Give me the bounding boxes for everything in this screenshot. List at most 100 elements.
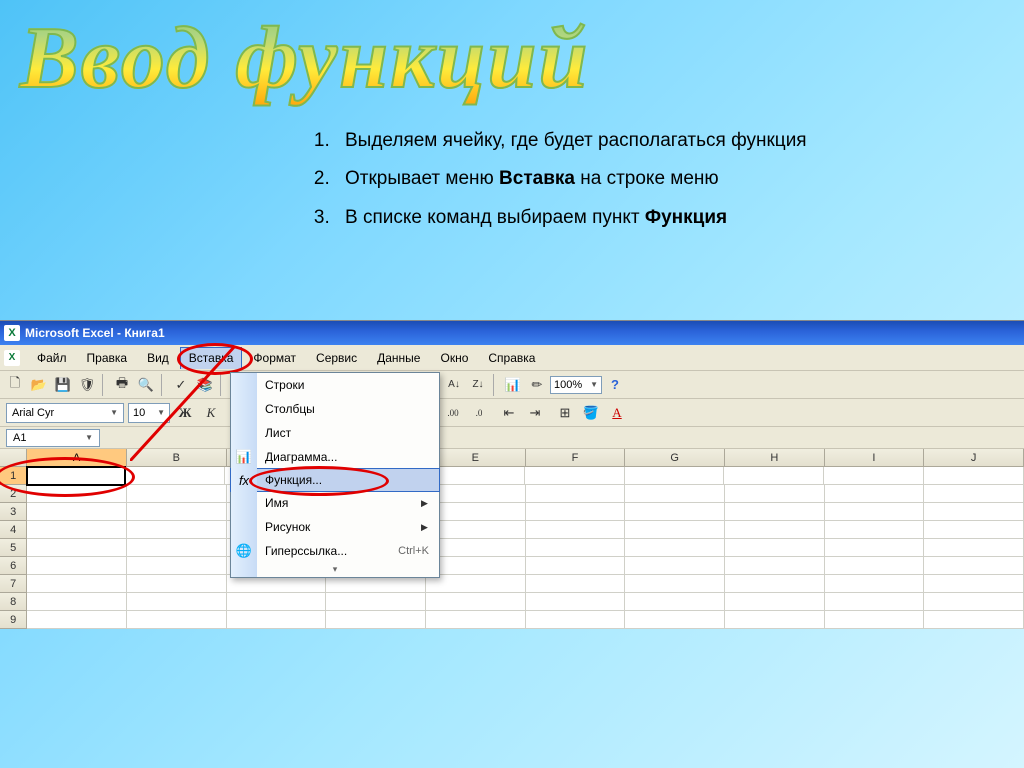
cell[interactable]: [127, 557, 227, 575]
cell[interactable]: [924, 593, 1024, 611]
cell[interactable]: [924, 485, 1024, 503]
menu-item-name[interactable]: Имя ▶: [231, 491, 439, 515]
name-box[interactable]: A1▼: [6, 429, 100, 447]
menu-item-picture[interactable]: Рисунок ▶: [231, 515, 439, 539]
cell[interactable]: [526, 593, 626, 611]
cell[interactable]: [526, 485, 626, 503]
decrease-indent-icon[interactable]: ⇤: [498, 402, 520, 424]
row-header[interactable]: 4: [0, 521, 27, 539]
italic-icon[interactable]: К: [200, 402, 222, 424]
print-icon[interactable]: 🖶: [111, 374, 133, 396]
help-icon[interactable]: ?: [604, 374, 626, 396]
cell[interactable]: [127, 503, 227, 521]
research-icon[interactable]: 📚: [194, 374, 216, 396]
cell[interactable]: [426, 593, 526, 611]
cell[interactable]: [825, 593, 925, 611]
col-header[interactable]: E: [426, 449, 526, 466]
fill-color-icon[interactable]: 🪣: [580, 402, 602, 424]
row-header[interactable]: 9: [0, 611, 27, 629]
open-icon[interactable]: 📂: [28, 374, 50, 396]
cell[interactable]: [625, 611, 725, 629]
cell[interactable]: [625, 521, 725, 539]
cell[interactable]: [924, 539, 1024, 557]
menu-view[interactable]: Вид: [138, 347, 178, 369]
cell[interactable]: [825, 539, 925, 557]
cell[interactable]: [227, 593, 327, 611]
cell[interactable]: [127, 611, 227, 629]
cell[interactable]: [924, 521, 1024, 539]
cell[interactable]: [26, 466, 126, 486]
spelling-icon[interactable]: ✓: [170, 374, 192, 396]
cell[interactable]: [625, 557, 725, 575]
cell[interactable]: [27, 593, 127, 611]
menu-data[interactable]: Данные: [368, 347, 429, 369]
cell[interactable]: [27, 503, 127, 521]
preview-icon[interactable]: 🔍: [135, 374, 157, 396]
cell[interactable]: [426, 539, 526, 557]
sort-desc-icon[interactable]: Z↓: [467, 374, 489, 396]
cell[interactable]: [725, 503, 825, 521]
increase-decimal-icon[interactable]: .00: [442, 402, 464, 424]
cell[interactable]: [127, 539, 227, 557]
cell[interactable]: [526, 575, 626, 593]
cell[interactable]: [426, 503, 526, 521]
menu-window[interactable]: Окно: [431, 347, 477, 369]
cell[interactable]: [825, 557, 925, 575]
cell[interactable]: [27, 611, 127, 629]
font-size-select[interactable]: 10▼: [128, 403, 170, 423]
menu-item-rows[interactable]: Строки: [231, 373, 439, 397]
cell[interactable]: [426, 611, 526, 629]
font-color-icon[interactable]: A: [606, 402, 628, 424]
cell[interactable]: [125, 467, 225, 485]
select-all-corner[interactable]: [0, 449, 27, 466]
col-header[interactable]: G: [625, 449, 725, 466]
chart-icon[interactable]: 📊: [502, 374, 524, 396]
cell[interactable]: [924, 467, 1024, 485]
menu-item-chart[interactable]: 📊 Диаграмма...: [231, 445, 439, 469]
expand-menu-icon[interactable]: ▾: [231, 563, 439, 577]
row-header[interactable]: 5: [0, 539, 27, 557]
menu-format[interactable]: Формат: [244, 347, 305, 369]
bold-icon[interactable]: Ж: [174, 402, 196, 424]
cell[interactable]: [924, 503, 1024, 521]
cell[interactable]: [27, 521, 127, 539]
cell[interactable]: [625, 539, 725, 557]
cell[interactable]: [725, 575, 825, 593]
cell[interactable]: [825, 485, 925, 503]
menu-item-columns[interactable]: Столбцы: [231, 397, 439, 421]
cell[interactable]: [27, 557, 127, 575]
cell[interactable]: [825, 503, 925, 521]
zoom-select[interactable]: 100%▼: [550, 376, 602, 394]
row-header[interactable]: 3: [0, 503, 27, 521]
row-header[interactable]: 8: [0, 593, 27, 611]
cell[interactable]: [724, 467, 824, 485]
cell[interactable]: [526, 611, 626, 629]
cell[interactable]: [326, 593, 426, 611]
borders-icon[interactable]: ⊞: [554, 402, 576, 424]
row-header[interactable]: 1: [0, 467, 27, 485]
cell[interactable]: [825, 521, 925, 539]
cell[interactable]: [924, 611, 1024, 629]
row-header[interactable]: 2: [0, 485, 27, 503]
col-header[interactable]: I: [825, 449, 925, 466]
cell[interactable]: [127, 593, 227, 611]
cell[interactable]: [227, 611, 327, 629]
drawing-icon[interactable]: ✏: [526, 374, 548, 396]
col-header[interactable]: F: [526, 449, 626, 466]
col-header[interactable]: J: [924, 449, 1024, 466]
cell[interactable]: [426, 521, 526, 539]
cell[interactable]: [625, 485, 725, 503]
cell[interactable]: [526, 503, 626, 521]
font-select[interactable]: Arial Cyr▼: [6, 403, 124, 423]
row-header[interactable]: 6: [0, 557, 27, 575]
cell[interactable]: [725, 539, 825, 557]
cell[interactable]: [127, 521, 227, 539]
cell[interactable]: [625, 467, 725, 485]
new-icon[interactable]: 🗋: [4, 374, 26, 396]
cell[interactable]: [725, 521, 825, 539]
permission-icon[interactable]: 🛡: [76, 374, 98, 396]
cell[interactable]: [725, 611, 825, 629]
cell[interactable]: [824, 467, 924, 485]
menu-edit[interactable]: Правка: [78, 347, 137, 369]
cell[interactable]: [825, 611, 925, 629]
